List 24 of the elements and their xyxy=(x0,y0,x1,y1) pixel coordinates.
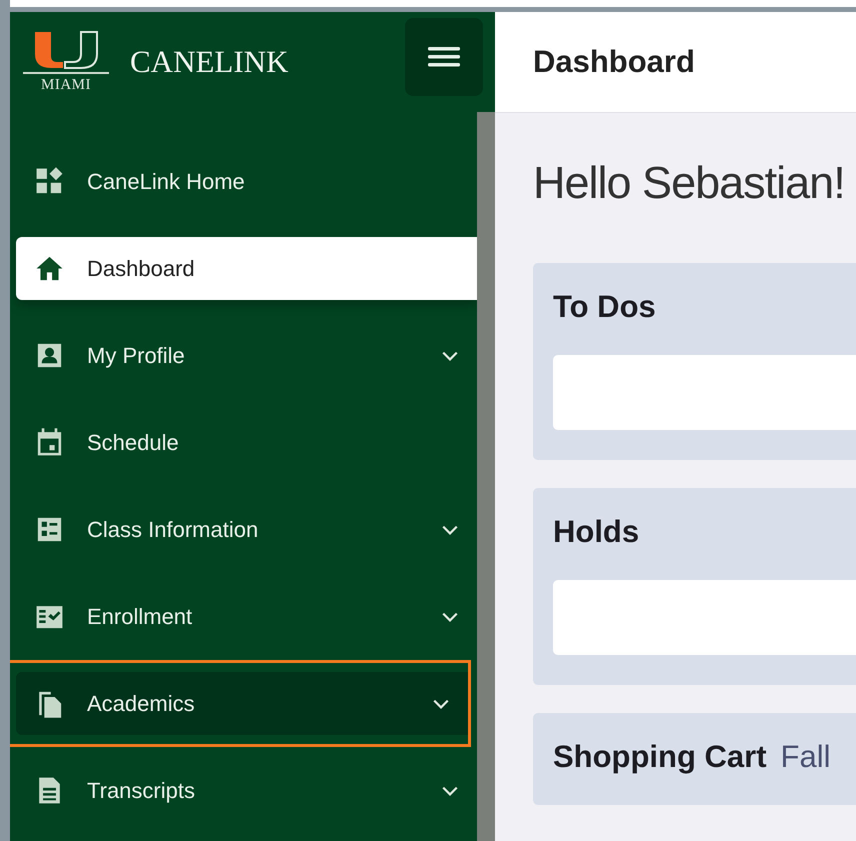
sidebar-item[interactable]: Transcripts xyxy=(16,759,477,822)
sidebar-item[interactable]: CaneLink Home xyxy=(16,150,477,213)
chevron-down-icon xyxy=(441,524,459,536)
term-label: Fall xyxy=(780,739,830,775)
sidebar-item[interactable]: Enrollment xyxy=(16,585,477,648)
card-title: To Dos xyxy=(553,289,656,325)
sidebar-item[interactable]: Dashboard xyxy=(16,237,477,300)
chevron-down-icon xyxy=(432,698,450,710)
sidebar-item[interactable]: Schedule xyxy=(16,411,477,474)
card-title: Shopping Cart xyxy=(553,739,767,775)
card-title: Holds xyxy=(553,514,640,550)
chevron-down-icon xyxy=(441,610,459,622)
greeting: Hello Sebastian! xyxy=(533,157,846,209)
scrollbar[interactable] xyxy=(477,112,495,841)
page-title: Dashboard xyxy=(533,44,695,80)
sidebar-item[interactable]: Class Information xyxy=(16,498,477,561)
logo-text: MIAMI xyxy=(41,77,91,94)
sidebar-item[interactable]: Academics xyxy=(16,672,468,735)
app-title: CANELINK xyxy=(130,44,290,80)
sidebar-item[interactable]: My Profile xyxy=(16,324,477,387)
chevron-down-icon xyxy=(441,350,459,362)
menu-button[interactable] xyxy=(405,18,483,96)
menu-icon xyxy=(428,46,460,68)
chevron-down-icon xyxy=(441,784,459,796)
